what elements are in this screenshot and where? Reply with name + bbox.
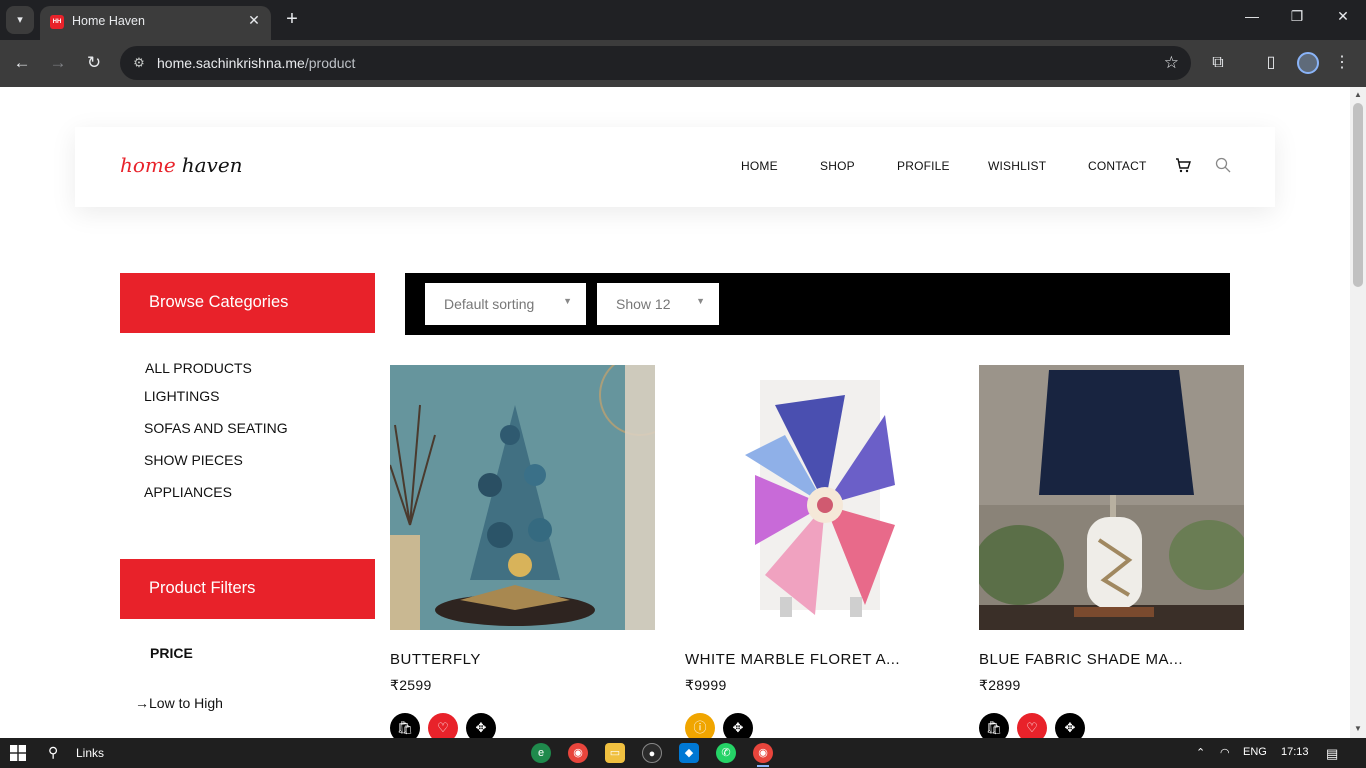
chrome-browser-icon[interactable]: ◉: [568, 743, 588, 763]
wishlist-heart-button[interactable]: ♡: [1017, 713, 1047, 738]
product-price: ₹9999: [685, 677, 727, 693]
sorting-select[interactable]: Default sorting ▼: [425, 283, 586, 325]
menu-kebab-icon[interactable]: ⋮: [1330, 51, 1354, 75]
restore-icon[interactable]: ❐: [1285, 8, 1309, 25]
whatsapp-icon[interactable]: ✆: [716, 743, 736, 763]
product-price: ₹2599: [390, 677, 432, 693]
product-filters-title: Product Filters: [149, 579, 256, 597]
new-tab-button[interactable]: +: [282, 8, 302, 30]
browser-tab[interactable]: HH Home Haven ✕: [40, 6, 271, 40]
browse-categories-title: Browse Categories: [149, 293, 289, 311]
chrome-active-icon[interactable]: ◉: [753, 743, 773, 763]
wifi-icon[interactable]: ◠: [1220, 746, 1230, 759]
scroll-down-arrow-icon[interactable]: ▼: [1353, 724, 1363, 733]
nav-wishlist[interactable]: WISHLIST: [988, 159, 1046, 173]
arrow-right-icon: →: [135, 695, 149, 711]
minimize-icon[interactable]: —: [1240, 8, 1264, 24]
site-logo[interactable]: home haven: [120, 153, 243, 177]
windows-taskbar: ⚲ Links e ◉ ▭ ● ◆ ✆ ◉ ⌃ ◠ ENG 17:13 ▤: [0, 738, 1366, 768]
active-app-indicator: [757, 765, 769, 767]
site-header: home haven HOME SHOP PROFILE WISHLIST CON…: [75, 127, 1275, 207]
url-path: /product: [304, 55, 356, 71]
url-host: home.sachinkrishna.me: [157, 55, 305, 71]
scrollbar-thumb[interactable]: [1353, 103, 1363, 287]
vscode-icon[interactable]: ◆: [679, 743, 699, 763]
file-explorer-icon[interactable]: ▭: [605, 743, 625, 763]
extensions-icon[interactable]: ⧉: [1206, 51, 1230, 75]
browser-tab-bar: ▾ HH Home Haven ✕ + — ❐ ✕: [0, 0, 1366, 40]
sorting-value: Default sorting: [444, 296, 535, 312]
address-bar[interactable]: ⚙ home.sachinkrishna.me/product ☆: [120, 46, 1191, 80]
profile-avatar[interactable]: [1297, 52, 1319, 74]
show-count-select[interactable]: Show 12 ▼: [597, 283, 719, 325]
notifications-icon[interactable]: ▤: [1326, 746, 1338, 762]
side-panel-icon[interactable]: ▯: [1259, 51, 1283, 75]
quick-view-move-button[interactable]: ✥: [1055, 713, 1085, 738]
clock-time[interactable]: 17:13: [1281, 746, 1309, 758]
site-info-icon[interactable]: ⚙: [130, 54, 148, 72]
search-icon[interactable]: [1215, 157, 1231, 173]
product-name[interactable]: BLUE FABRIC SHADE MA...: [979, 651, 1183, 668]
tab-title: Home Haven: [72, 14, 145, 28]
chevron-down-icon: ▼: [563, 296, 572, 306]
page-viewport: home haven HOME SHOP PROFILE WISHLIST CON…: [0, 87, 1350, 738]
info-button[interactable]: ⓘ: [685, 713, 715, 738]
price-low-to-high-option[interactable]: →Low to High: [135, 695, 223, 711]
price-option-label: Low to High: [149, 695, 223, 711]
quick-view-move-button[interactable]: ✥: [723, 713, 753, 738]
app-icon[interactable]: ●: [642, 743, 662, 763]
product-price: ₹2899: [979, 677, 1021, 693]
forward-icon[interactable]: →: [46, 51, 70, 75]
browse-categories-header: Browse Categories: [120, 273, 375, 333]
taskbar-search-icon[interactable]: ⚲: [48, 744, 58, 761]
nav-shop[interactable]: SHOP: [820, 159, 855, 173]
nav-profile[interactable]: PROFILE: [897, 159, 950, 173]
browser-toolbar: ← → ↻ ⚙ home.sachinkrishna.me/product ☆ …: [0, 40, 1366, 87]
product-name[interactable]: WHITE MARBLE FLORET A...: [685, 651, 900, 668]
site-favicon-icon: HH: [50, 15, 64, 29]
nav-contact[interactable]: CONTACT: [1088, 159, 1147, 173]
nav-home[interactable]: HOME: [741, 159, 778, 173]
product-image-blue-fabric-shade-lamp[interactable]: [979, 365, 1244, 630]
product-filters-header: Product Filters: [120, 559, 375, 619]
edge-browser-icon[interactable]: e: [531, 743, 551, 763]
tray-chevron-up-icon[interactable]: ⌃: [1196, 746, 1205, 759]
tab-search-button[interactable]: ▾: [6, 6, 34, 34]
category-sofas-and-seating[interactable]: SOFAS AND SEATING: [144, 420, 288, 436]
product-name[interactable]: BUTTERFLY: [390, 651, 481, 668]
price-filter-heading: PRICE: [150, 645, 193, 661]
url-text[interactable]: home.sachinkrishna.me/product: [157, 55, 355, 71]
product-image-white-marble-floret[interactable]: [685, 365, 950, 630]
category-appliances[interactable]: APPLIANCES: [144, 484, 232, 500]
cart-icon[interactable]: [1175, 157, 1191, 173]
product-image-butterfly[interactable]: [390, 365, 655, 630]
taskbar-search-label[interactable]: Links: [76, 746, 104, 760]
chevron-down-icon: ▼: [696, 296, 705, 306]
category-show-pieces[interactable]: SHOW PIECES: [144, 452, 243, 468]
wishlist-heart-button[interactable]: ♡: [428, 713, 458, 738]
page-scrollbar[interactable]: ▲ ▼: [1350, 87, 1366, 738]
sort-toolbar: Default sorting ▼ Show 12 ▼: [405, 273, 1230, 335]
bookmark-star-icon[interactable]: ☆: [1164, 53, 1179, 73]
quick-view-move-button[interactable]: ✥: [466, 713, 496, 738]
add-to-cart-button[interactable]: 🛍: [979, 713, 1009, 738]
show-count-value: Show 12: [616, 296, 671, 312]
window-close-icon[interactable]: ✕: [1331, 8, 1355, 25]
scroll-up-arrow-icon[interactable]: ▲: [1353, 90, 1363, 99]
category-all-products[interactable]: ALL PRODUCTS: [145, 360, 252, 376]
language-indicator[interactable]: ENG: [1243, 746, 1267, 758]
windows-start-icon[interactable]: [10, 745, 26, 761]
tab-close-icon[interactable]: ✕: [245, 12, 263, 29]
reload-icon[interactable]: ↻: [82, 51, 106, 75]
back-icon[interactable]: ←: [10, 51, 34, 75]
category-lightings[interactable]: LIGHTINGS: [144, 388, 219, 404]
add-to-cart-button[interactable]: 🛍: [390, 713, 420, 738]
